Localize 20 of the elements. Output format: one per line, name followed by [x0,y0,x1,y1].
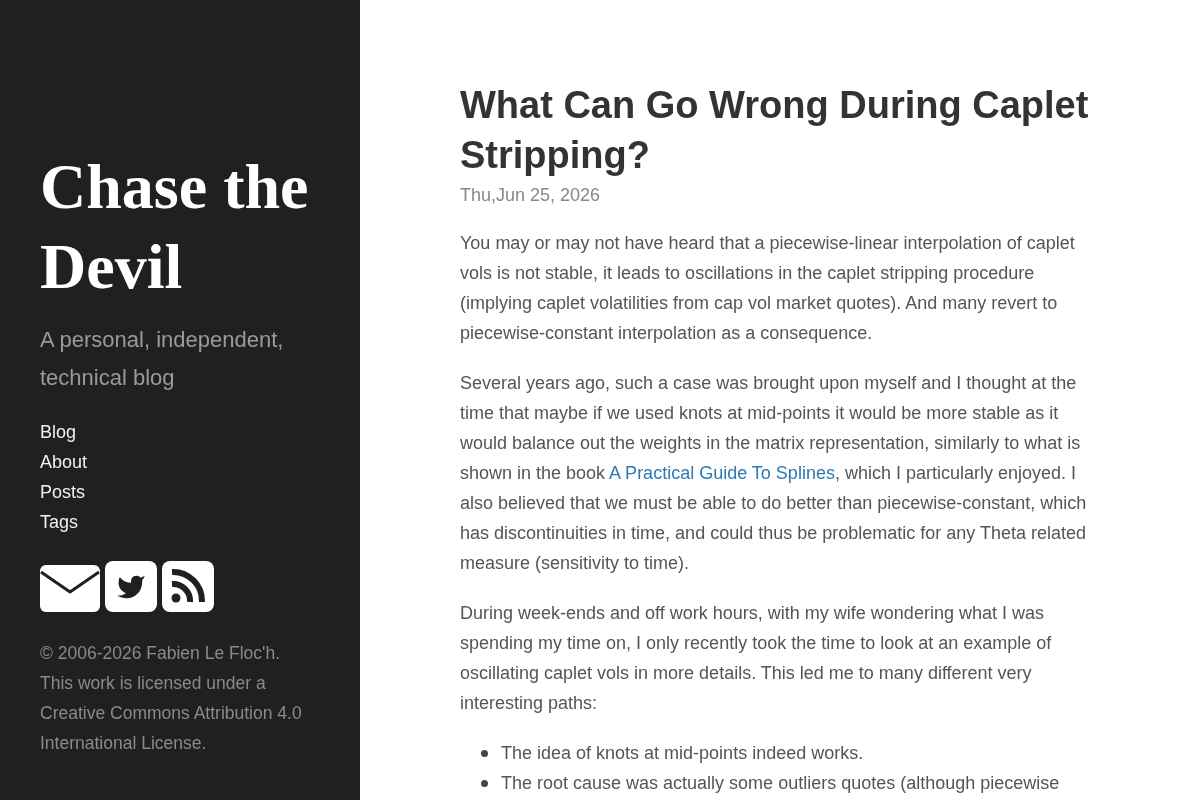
paragraph: Several years ago, such a case was brought upon myself and I thought at the time that maybe if we used knots at mid-points it would be more stable as it would balance out the weights in the matrix representation, similarly to what is shown in the book A Practical Guide To Splines, which I particularly enjoyed. I also believed that we must be able to do better than piecewise-constant, which has discontinuities in time, and could thus be problematic for any Theta related measure (sensitivity to time). [460,372,1088,575]
book-link[interactable]: A Practical Guide To Splines [609,463,835,483]
nav-link[interactable]: About [40,447,88,477]
nav-link[interactable]: Tags [40,507,79,537]
post-title: What Can Go Wrong During Caplet Stripping? [460,83,1090,178]
bird-icon[interactable] [105,561,157,612]
site-title: Chase the Devil [40,150,310,304]
bullet-icon [481,779,488,787]
nav-link[interactable]: Blog [40,417,77,447]
envelope-icon[interactable] [40,565,100,612]
post-date: Thu,Jun 25, 2026 [460,184,601,207]
paragraph: You may or may not have heard that a piecewise-linear interpolation of caplet vols is not stable, it leads to oscillations in the caplet stripping procedure (implying caplet volatilities from cap vol market quotes). And many revert to piecewise-constant interpolation as a consequence. [460,232,1076,345]
bullet-icon [481,749,488,757]
rss-icon[interactable] [162,561,214,612]
tagline: A personal, independent, technical blog [40,326,285,392]
list-item-text: The root cause was actually some outliers quotes (although piecewise [501,772,1060,795]
nav-link[interactable]: Posts [40,477,86,507]
copyright-notice: © 2006-2026 Fabien Le Floc'h. This work is licensed under a Creative Commons Attribution 4.0 International License. [40,642,303,755]
paragraph: During week-ends and off work hours, with my wife wondering what I was spending my time on, I only recently took the time to look at an example of oscillating caplet vols in more details. This led me to many different very interesting paths: [460,602,1053,715]
list-item-text: The idea of knots at mid-points indeed works. [501,742,864,765]
